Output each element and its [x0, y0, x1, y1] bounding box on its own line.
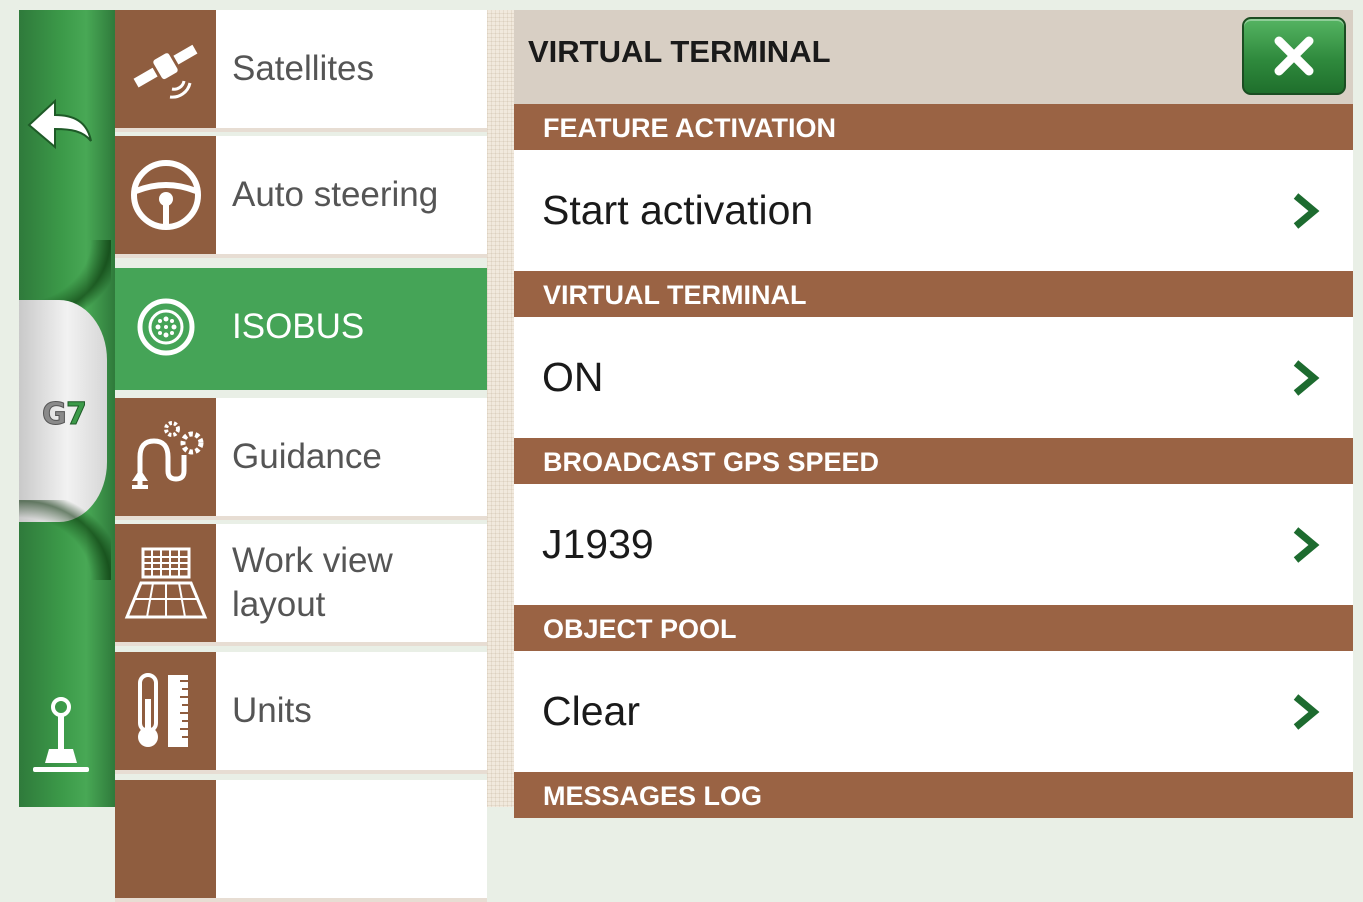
- svg-text:7: 7: [66, 397, 87, 432]
- rail-shadow-bottom: [19, 500, 111, 580]
- page-title: VIRTUAL TERMINAL: [528, 34, 831, 69]
- chevron-right-icon: [1293, 694, 1320, 730]
- chevron-right-icon: [1293, 193, 1320, 229]
- menu-item-label: Auto steering: [232, 175, 439, 214]
- menu-item-auto-steering[interactable]: Auto steering: [115, 136, 487, 258]
- row-value: Clear: [542, 688, 640, 734]
- menu-item-label: ISOBUS: [232, 307, 365, 346]
- joystick-button[interactable]: [26, 690, 96, 780]
- menu-icon-box: [115, 268, 216, 386]
- menu-item-work-view-layout[interactable]: Work view layout: [115, 524, 487, 646]
- svg-text:G: G: [42, 397, 67, 432]
- g7-logo: G 7: [40, 392, 96, 433]
- menu-item-label: Work view layout: [232, 541, 393, 624]
- menu-item-label: Units: [232, 691, 312, 730]
- menu-icon-box: [115, 136, 216, 254]
- menu-item-label: Guidance: [232, 437, 382, 476]
- section-header-broadcast-gps-speed: BROADCAST GPS SPEED: [514, 438, 1353, 484]
- menu-item-next[interactable]: [115, 780, 487, 902]
- close-icon: [1274, 36, 1314, 76]
- guidance-gears-icon: [131, 421, 203, 489]
- section-header-virtual-terminal: VIRTUAL TERMINAL: [514, 271, 1353, 317]
- units-thermometer-ruler-icon: [137, 673, 188, 747]
- menu-item-isobus[interactable]: ISOBUS: [115, 268, 507, 390]
- satellite-icon: [133, 44, 197, 99]
- divider-strip: [487, 10, 514, 807]
- virtual-terminal-panel: VIRTUAL TERMINAL FEATURE ACTIVATION Star…: [514, 10, 1353, 818]
- row-value: ON: [542, 354, 604, 400]
- section-header-messages-log: MESSAGES LOG: [514, 772, 1353, 818]
- work-view-layout-icon: [124, 547, 207, 619]
- menu-item-satellites[interactable]: Satellites: [115, 10, 487, 132]
- menu-icon-box: [115, 652, 216, 770]
- chevron-right-icon: [1293, 527, 1320, 563]
- back-arrow-icon: [27, 98, 92, 150]
- row-start-activation[interactable]: Start activation: [514, 150, 1353, 271]
- menu-icon-box: [115, 524, 216, 642]
- section-header-feature-activation: FEATURE ACTIVATION: [514, 104, 1353, 150]
- menu-item-label: Satellites: [232, 49, 375, 88]
- row-value: J1939: [542, 521, 654, 567]
- row-virtual-terminal-state[interactable]: ON: [514, 317, 1353, 438]
- steering-wheel-icon: [130, 160, 201, 230]
- menu-item-guidance[interactable]: Guidance: [115, 398, 487, 520]
- menu-icon-box: [115, 398, 216, 516]
- row-value: Start activation: [542, 187, 814, 233]
- row-object-pool-clear[interactable]: Clear: [514, 651, 1353, 772]
- isobus-connector-icon: [137, 298, 194, 356]
- menu-icon-box: [115, 10, 216, 128]
- row-broadcast-gps-speed[interactable]: J1939: [514, 484, 1353, 605]
- chevron-right-icon: [1293, 360, 1320, 396]
- back-button[interactable]: [22, 90, 98, 160]
- menu-icon-box: [115, 780, 216, 898]
- section-header-object-pool: OBJECT POOL: [514, 605, 1353, 651]
- panel-header: VIRTUAL TERMINAL: [514, 10, 1353, 104]
- close-button[interactable]: [1242, 17, 1346, 95]
- joystick-icon: [33, 697, 89, 772]
- menu-item-units[interactable]: Units: [115, 652, 487, 774]
- settings-menu: Satellites Auto steering ISOBUS Guidance…: [115, 10, 507, 902]
